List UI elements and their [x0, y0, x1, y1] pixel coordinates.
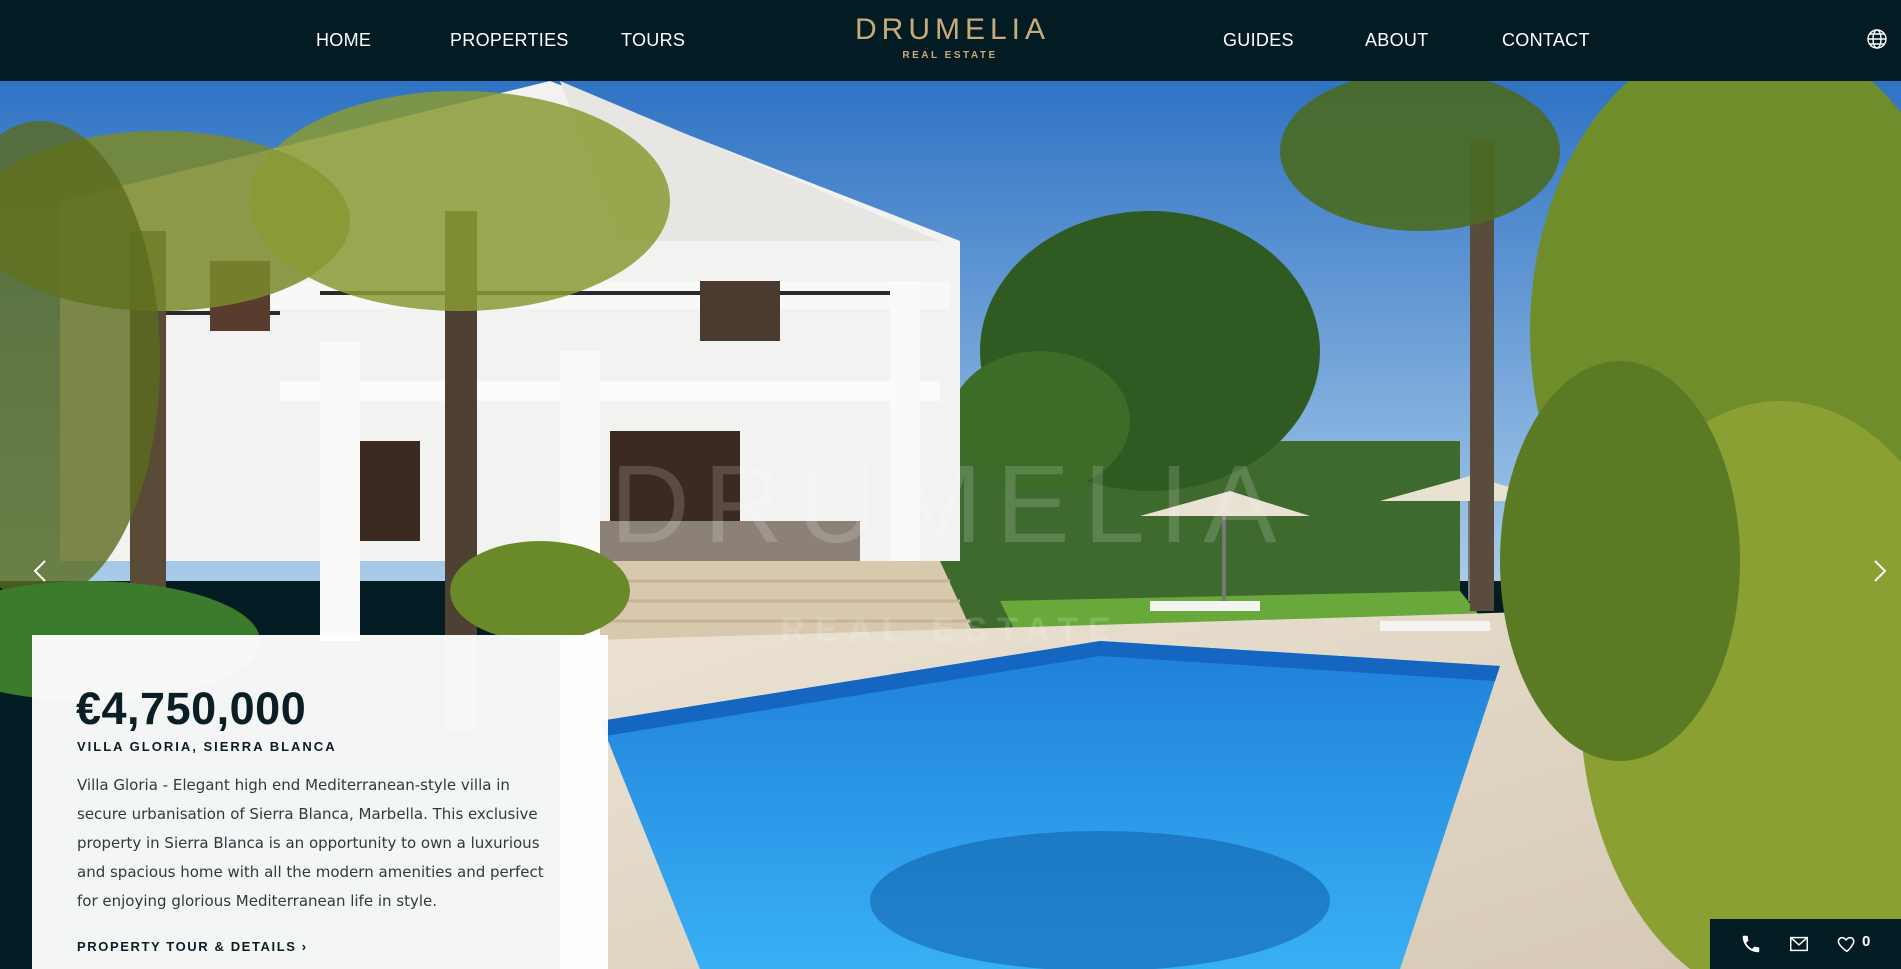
site-header: HOME PROPERTIES TOURS DRUMELIA REAL ESTA… [0, 0, 1901, 81]
chevron-right-icon[interactable] [1860, 541, 1900, 601]
brand-name: DRUMELIA [855, 13, 1051, 46]
property-details-link[interactable]: PROPERTY TOUR & DETAILS › [77, 939, 308, 954]
phone-icon[interactable] [1740, 933, 1764, 955]
mail-icon[interactable] [1788, 933, 1812, 955]
listing-price: €4,750,000 [76, 683, 307, 734]
brand-logo[interactable]: DRUMELIA REAL ESTATE [855, 14, 1045, 64]
nav-tours[interactable]: TOURS [621, 30, 685, 51]
heart-icon[interactable] [1836, 933, 1860, 955]
nav-home[interactable]: HOME [316, 30, 371, 51]
nav-about[interactable]: ABOUT [1365, 30, 1429, 51]
chevron-left-icon[interactable] [20, 541, 60, 601]
nav-contact[interactable]: CONTACT [1502, 30, 1590, 51]
listing-description: Villa Gloria - Elegant high end Mediterr… [77, 776, 544, 910]
brand-tagline: REAL ESTATE [902, 50, 998, 61]
globe-icon[interactable] [1866, 28, 1888, 50]
favorites-count: 0 [1862, 933, 1871, 950]
nav-guides[interactable]: GUIDES [1223, 30, 1294, 51]
nav-properties[interactable]: PROPERTIES [450, 30, 569, 51]
contact-bar: 0 [1710, 919, 1901, 969]
listing-card: €4,750,000 VILLA GLORIA, SIERRA BLANCA V… [32, 635, 608, 969]
listing-name: VILLA GLORIA, SIERRA BLANCA [77, 739, 337, 754]
